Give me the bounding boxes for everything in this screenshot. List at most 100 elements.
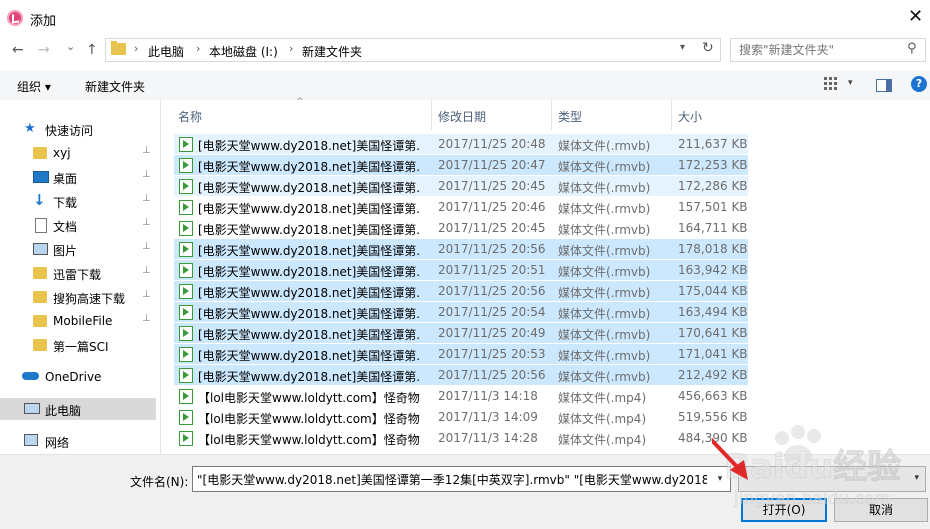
file-date: 2017/11/25 20:48	[438, 137, 546, 151]
back-arrow-icon[interactable]: ←	[12, 42, 24, 58]
pin-icon[interactable]: ⊥	[142, 265, 151, 276]
file-date: 2017/11/25 20:56	[438, 368, 546, 382]
pin-icon[interactable]: ⊥	[142, 289, 151, 300]
pin-icon[interactable]: ⊥	[142, 145, 151, 156]
sidebar-item-downloads[interactable]: ↓ 下载 ⊥	[0, 190, 156, 212]
media-file-icon	[179, 179, 193, 194]
pin-icon[interactable]: ⊥	[142, 193, 151, 204]
organize-button[interactable]: 组织 ▾	[17, 78, 51, 95]
column-divider[interactable]	[431, 100, 432, 130]
filename-input[interactable]: "[电影天堂www.dy2018.net]美国怪谭第一季12集[中英双字].rm…	[192, 466, 712, 492]
file-row[interactable]: [电影天堂www.dy2018.net]美国怪谭第... 2017/11/25 2…	[174, 344, 748, 364]
file-size: 157,501 KB	[678, 200, 748, 214]
document-icon	[35, 218, 47, 233]
search-input[interactable]	[739, 42, 899, 58]
pin-icon[interactable]: ⊥	[142, 313, 151, 324]
file-row[interactable]: 【lol电影天堂www.loldytt.com】怪奇物... 2017/11/3 …	[174, 407, 748, 427]
refresh-icon[interactable]: ↻	[702, 40, 714, 56]
file-name: [电影天堂www.dy2018.net]美国怪谭第...	[198, 265, 420, 279]
computer-icon	[24, 403, 40, 414]
sidebar-item-label: 图片	[53, 244, 78, 258]
column-divider[interactable]	[671, 100, 672, 130]
sidebar-item-network[interactable]: 网络	[0, 430, 156, 452]
sidebar-item-first-sci[interactable]: 第一篇SCI	[0, 334, 156, 356]
sidebar-item-documents[interactable]: 文档 ⊥	[0, 214, 156, 236]
pin-icon[interactable]: ⊥	[142, 169, 151, 180]
forward-arrow-icon[interactable]: →	[38, 42, 50, 58]
sidebar-item-this-pc[interactable]: 此电脑	[0, 398, 156, 420]
file-size: 212,492 KB	[678, 368, 748, 382]
file-row[interactable]: [电影天堂www.dy2018.net]美国怪谭第... 2017/11/25 2…	[174, 239, 748, 259]
file-type: 媒体文件(.rmvb)	[558, 370, 651, 384]
sidebar-item-sogou-downloads[interactable]: 搜狗高速下载 ⊥	[0, 286, 156, 308]
file-type: 媒体文件(.mp4)	[558, 412, 647, 426]
address-dropdown-icon[interactable]: ▾	[680, 42, 685, 53]
file-type: 媒体文件(.rmvb)	[558, 160, 651, 174]
sidebar-item-pictures[interactable]: 图片 ⊥	[0, 238, 156, 260]
up-arrow-icon[interactable]: ↑	[86, 42, 98, 58]
column-divider[interactable]	[551, 100, 552, 130]
file-row[interactable]: [电影天堂www.dy2018.net]美国怪谭第... 2017/11/25 2…	[174, 197, 748, 217]
file-row[interactable]: [电影天堂www.dy2018.net]美国怪谭第... 2017/11/25 2…	[174, 176, 748, 196]
file-date: 2017/11/25 20:49	[438, 326, 546, 340]
file-size: 519,556 KB	[678, 410, 748, 424]
preview-pane-icon[interactable]	[876, 79, 892, 92]
file-date: 2017/11/25 20:45	[438, 179, 546, 193]
media-file-icon	[179, 242, 193, 257]
media-file-icon	[179, 158, 193, 173]
sidebar-item-label: 此电脑	[45, 404, 82, 418]
breadcrumb-new-folder[interactable]: 新建文件夹	[302, 43, 362, 60]
help-icon[interactable]: ?	[911, 76, 927, 92]
pin-icon[interactable]: ⊥	[142, 241, 151, 252]
media-file-icon	[179, 200, 193, 215]
sidebar-item-desktop[interactable]: 桌面 ⊥	[0, 166, 156, 188]
address-bar[interactable]: › 此电脑 › 本地磁盘 (I:) › 新建文件夹 ▾ ↻	[105, 38, 721, 62]
window-title: 添加	[30, 14, 57, 29]
file-row[interactable]: [电影天堂www.dy2018.net]美国怪谭第... 2017/11/25 2…	[174, 323, 748, 343]
breadcrumb-local-disk[interactable]: 本地磁盘 (I:)	[209, 43, 278, 60]
file-row[interactable]: [电影天堂www.dy2018.net]美国怪谭第... 2017/11/25 2…	[174, 134, 748, 154]
sidebar-item-xyj[interactable]: xyj ⊥	[0, 142, 156, 164]
file-row[interactable]: [电影天堂www.dy2018.net]美国怪谭第... 2017/11/25 2…	[174, 302, 748, 322]
file-size: 171,041 KB	[678, 347, 748, 361]
sidebar-item-quick-access[interactable]: ★ 快速访问	[0, 118, 156, 140]
sidebar-item-mobilefile[interactable]: MobileFile ⊥	[0, 310, 156, 332]
sidebar-item-xunlei-downloads[interactable]: 迅雷下载 ⊥	[0, 262, 156, 284]
file-name: 【lol电影天堂www.loldytt.com】怪奇物...	[198, 433, 420, 447]
toolbar: 组织 ▾ 新建文件夹 ▾ ?	[0, 70, 930, 100]
file-name: [电影天堂www.dy2018.net]美国怪谭第...	[198, 223, 420, 237]
file-row[interactable]: 【lol电影天堂www.loldytt.com】怪奇物... 2017/11/3 …	[174, 386, 748, 406]
column-header-size[interactable]: 大小	[678, 108, 702, 125]
column-header-date[interactable]: 修改日期	[438, 108, 486, 125]
search-icon[interactable]: ⚲	[907, 41, 917, 56]
file-row[interactable]: [电影天堂www.dy2018.net]美国怪谭第... 2017/11/25 2…	[174, 281, 748, 301]
file-size: 170,641 KB	[678, 326, 748, 340]
file-row[interactable]: 【lol电影天堂www.loldytt.com】怪奇物... 2017/11/3 …	[174, 428, 748, 448]
file-date: 2017/11/3 14:09	[438, 410, 538, 424]
view-dropdown-icon[interactable]: ▾	[848, 78, 853, 88]
file-type: 媒体文件(.rmvb)	[558, 244, 651, 258]
breadcrumb-separator: ›	[134, 42, 139, 55]
file-type: 媒体文件(.rmvb)	[558, 349, 651, 363]
breadcrumb-this-pc[interactable]: 此电脑	[148, 43, 184, 60]
file-row[interactable]: [电影天堂www.dy2018.net]美国怪谭第... 2017/11/25 2…	[174, 155, 748, 175]
close-button[interactable]: ✕	[908, 6, 923, 27]
file-row[interactable]: [电影天堂www.dy2018.net]美国怪谭第... 2017/11/25 2…	[174, 260, 748, 280]
filename-label: 文件名(N):	[130, 475, 189, 489]
file-name: [电影天堂www.dy2018.net]美国怪谭第...	[198, 286, 420, 300]
sidebar-item-onedrive[interactable]: OneDrive	[0, 366, 156, 388]
title-bar: 添加 ✕	[0, 0, 930, 34]
file-row[interactable]: [电影天堂www.dy2018.net]美国怪谭第... 2017/11/25 2…	[174, 218, 748, 238]
column-header-name[interactable]: 名称	[178, 108, 202, 125]
recent-locations-chevron-icon[interactable]: ⌄	[66, 40, 75, 53]
column-header-type[interactable]: 类型	[558, 108, 582, 125]
search-box[interactable]: ⚲	[730, 38, 926, 62]
view-options-icon[interactable]	[824, 77, 838, 90]
folder-icon	[33, 267, 47, 279]
folder-icon	[111, 41, 126, 55]
pin-icon[interactable]: ⊥	[142, 217, 151, 228]
new-folder-button[interactable]: 新建文件夹	[85, 78, 145, 95]
file-row[interactable]: [电影天堂www.dy2018.net]美国怪谭第... 2017/11/25 2…	[174, 365, 748, 385]
file-type: 媒体文件(.rmvb)	[558, 307, 651, 321]
file-type: 媒体文件(.rmvb)	[558, 181, 651, 195]
